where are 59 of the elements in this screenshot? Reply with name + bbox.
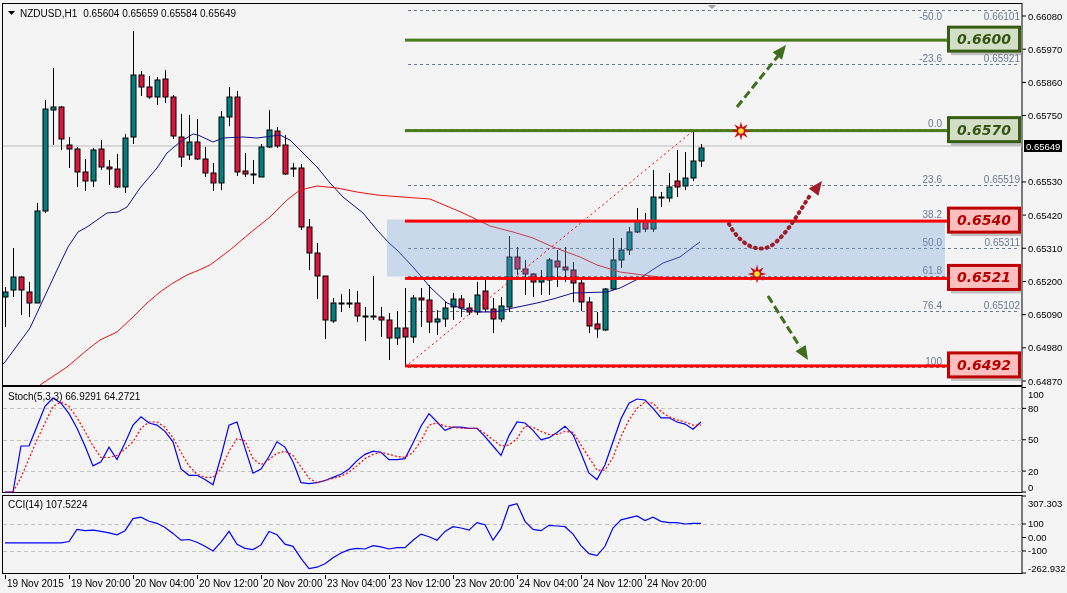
axis-label: 100 — [1028, 389, 1044, 400]
price-axis-label: 0.64870 — [1028, 375, 1063, 386]
price-axis-label: 0.65310 — [1028, 242, 1063, 254]
axis-label: 0.00 — [1028, 532, 1047, 543]
time-axis-label: 19 Nov 2015 — [7, 578, 64, 589]
time-axis-label: 23 Nov 04:00 — [327, 578, 387, 589]
price-axis-label: 0.65860 — [1028, 76, 1063, 88]
indicator-label: CCI(14) 107.5224 — [8, 499, 88, 510]
current-price-tag: 0.65649 — [1024, 140, 1062, 152]
price-axis-label: 0.65420 — [1028, 209, 1063, 221]
time-axis-label: 24 Nov 04:00 — [519, 578, 579, 589]
starburst-icon — [731, 121, 751, 141]
axis-label: 20 — [1028, 465, 1039, 477]
fibonacci-level-label: 23.6 — [922, 173, 942, 185]
time-axis-label: 20 Nov 20:00 — [263, 578, 323, 589]
price-axis-label: 0.65200 — [1028, 275, 1063, 287]
time-axis-label: 23 Nov 12:00 — [391, 578, 451, 589]
fibonacci-level-label: 76.4 — [922, 299, 942, 311]
fibonacci-price-label: 0.66101 — [983, 11, 1020, 22]
indicator-label: Stoch(5,3,3) 66.9291 64.2721 — [8, 390, 141, 402]
axis-label: -100 — [1028, 545, 1047, 557]
price-level-tag: 0.6540 — [947, 206, 1023, 237]
starburst-icon — [747, 264, 767, 284]
price-axis-label: 0.64980 — [1028, 342, 1063, 354]
price-level-tag: 0.6570 — [947, 116, 1023, 146]
axis-label: -262.932 — [1028, 562, 1066, 574]
price-axis-label: 0.65750 — [1028, 110, 1063, 122]
time-axis-label: 24 Nov 12:00 — [583, 578, 643, 589]
time-axis-label: 19 Nov 20:00 — [71, 578, 131, 589]
dashed-arrow — [766, 295, 808, 360]
caret-icon[interactable] — [8, 11, 15, 15]
dashed-arrow — [735, 45, 786, 108]
fibonacci-level-label: 50.0 — [922, 236, 942, 248]
fibonacci-level-label: -23.6 — [919, 52, 942, 64]
symbol-label: NZDUSD,H1 — [20, 7, 78, 19]
price-axis-label: 0.65970 — [1028, 43, 1063, 55]
fibonacci-level-label: 61.8 — [922, 264, 942, 276]
fibonacci-level-label: -50.0 — [919, 11, 942, 22]
time-axis-label: 23 Nov 20:00 — [455, 578, 515, 589]
fibonacci-price-label: 0.65519 — [983, 173, 1020, 185]
axis-label: 0 — [1028, 481, 1034, 493]
fibonacci-level-label: 100 — [925, 355, 942, 367]
time-axis-label: 24 Nov 20:00 — [647, 578, 707, 589]
time-axis-label: 20 Nov 12:00 — [199, 578, 259, 589]
price-axis-label: 0.65530 — [1028, 176, 1063, 188]
fibonacci-price-label: 0.65311 — [984, 236, 1020, 248]
axis-label: 100 — [1028, 518, 1044, 530]
price-axis-label: 0.65090 — [1028, 309, 1063, 321]
time-axis-label: 20 Nov 04:00 — [135, 578, 195, 589]
fibonacci-price-label: 0.65102 — [983, 299, 1020, 311]
axis-label: 50 — [1028, 434, 1039, 446]
fibonacci-level-label: 0.0 — [928, 117, 942, 129]
price-axis-label: 0.66080 — [1028, 10, 1063, 22]
axis-label: 80 — [1028, 402, 1039, 414]
fibonacci-level-label: 38.2 — [922, 208, 942, 220]
price-level-tag: 0.6521 — [947, 263, 1023, 294]
quote-label: 0.65604 0.65659 0.65584 0.65649 — [83, 7, 237, 19]
price-level-tag: 0.6492 — [947, 351, 1023, 381]
axis-label: 307.303 — [1028, 497, 1063, 509]
